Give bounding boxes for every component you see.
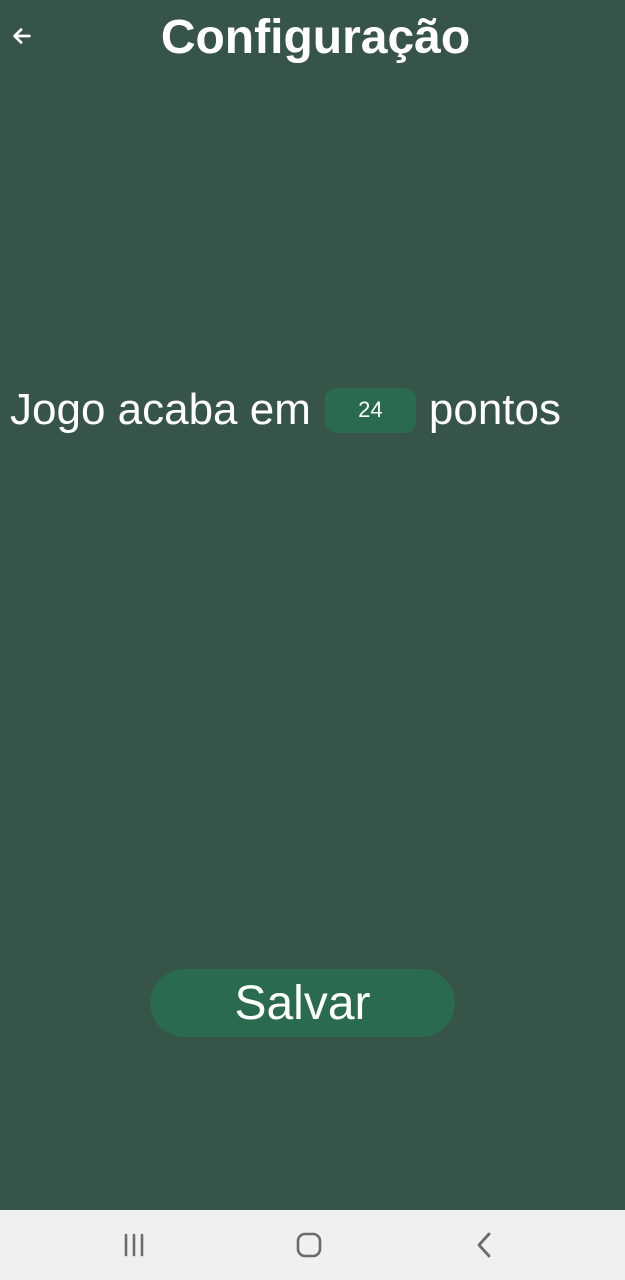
page-title: Configuração: [160, 11, 471, 64]
nav-recents-button[interactable]: [104, 1225, 164, 1265]
nav-home-button[interactable]: [279, 1225, 339, 1265]
chevron-left-icon: [477, 1232, 491, 1258]
save-button[interactable]: Salvar: [150, 969, 455, 1037]
nav-back-button[interactable]: [455, 1225, 515, 1265]
setting-suffix-label: pontos: [428, 385, 561, 434]
app-screen: Configuração Jogo acaba em pontos Salvar: [0, 0, 625, 1210]
setting-prefix-label: Jogo acaba em: [10, 385, 311, 434]
home-icon: [296, 1232, 322, 1258]
system-nav-bar: [0, 1210, 625, 1280]
recents-icon: [124, 1233, 144, 1257]
points-input[interactable]: [324, 387, 416, 433]
app-header: Configuração: [0, 0, 625, 80]
game-points-setting: Jogo acaba em pontos: [10, 380, 561, 440]
